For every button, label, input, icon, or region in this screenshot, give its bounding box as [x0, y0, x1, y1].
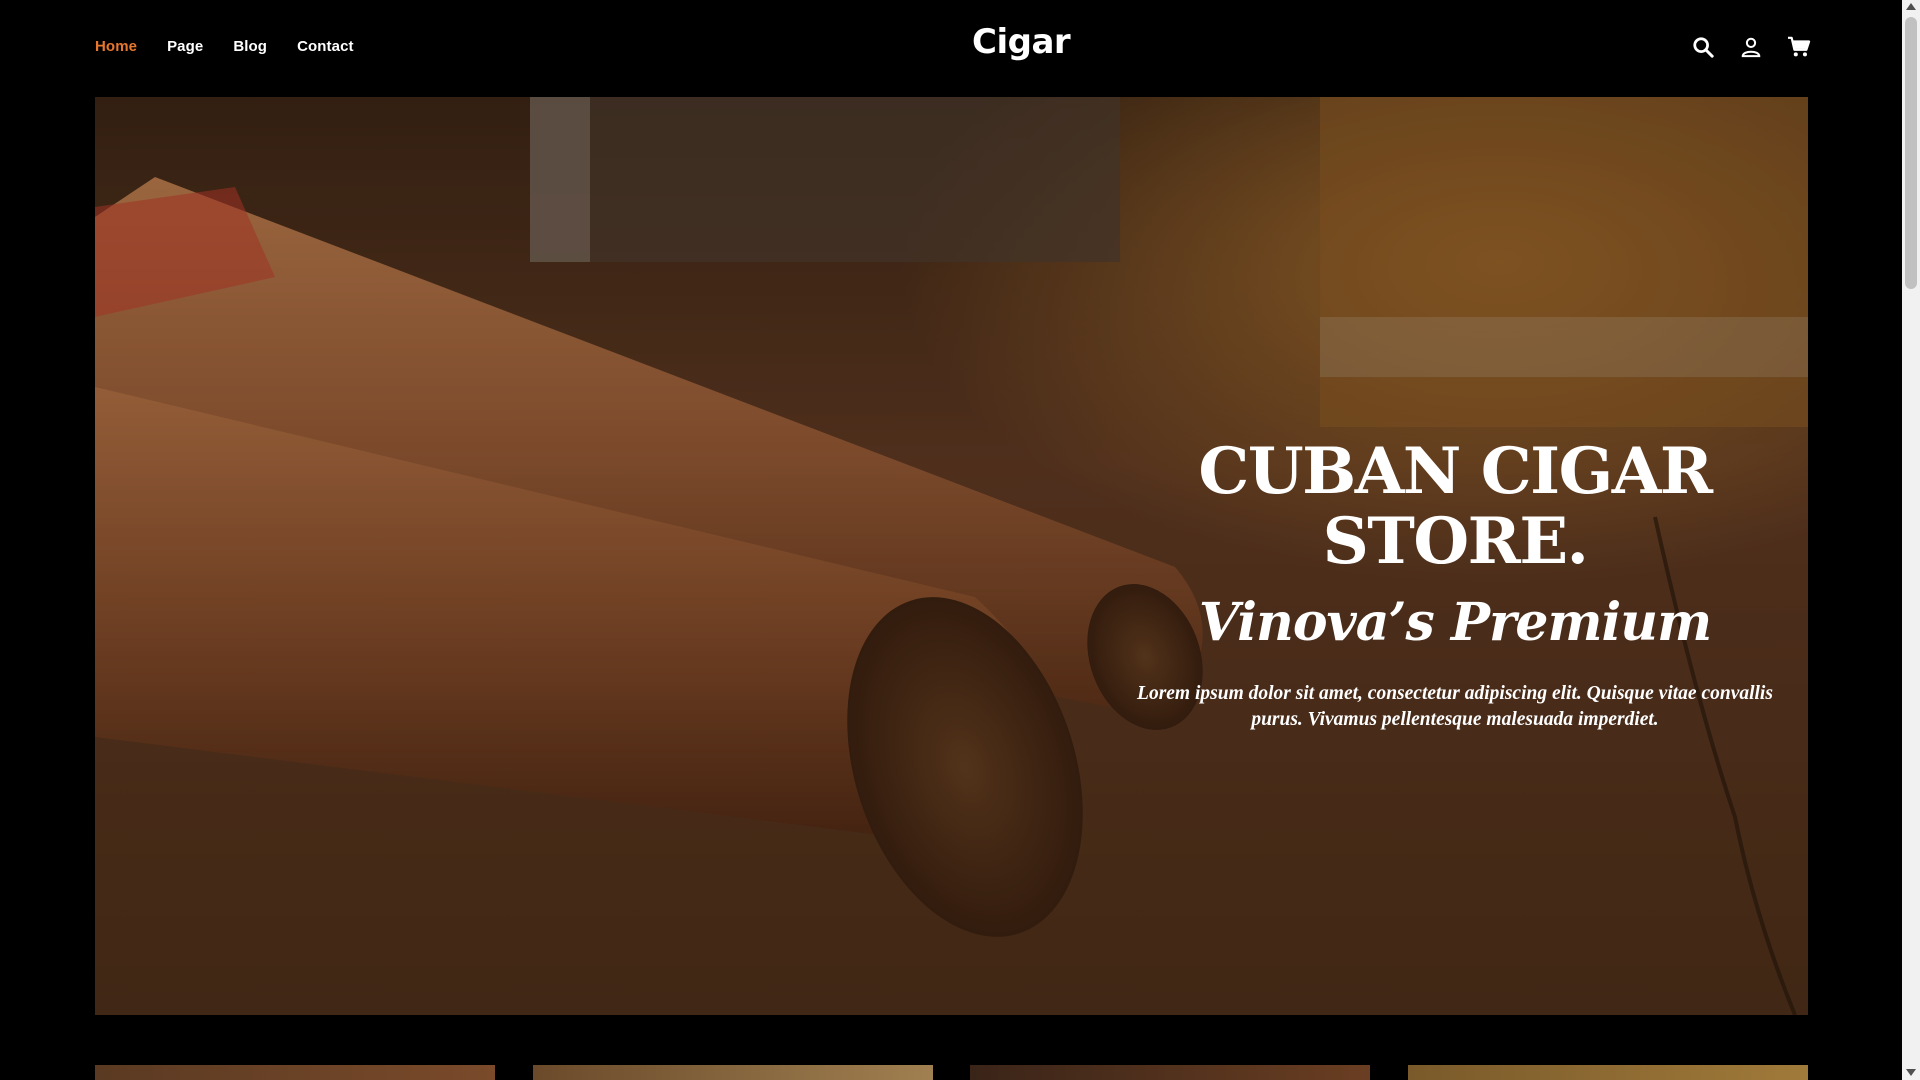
- header-actions: [1690, 34, 1812, 60]
- scroll-down-icon[interactable]: [1906, 1069, 1916, 1076]
- nav-blog-link[interactable]: Blog: [233, 38, 267, 55]
- nav-page-link[interactable]: Page: [167, 38, 203, 55]
- scroll-up-icon[interactable]: [1906, 3, 1916, 10]
- product-card-image[interactable]: [95, 1065, 495, 1080]
- page-scrollbar[interactable]: [1902, 0, 1920, 1080]
- cart-icon[interactable]: [1786, 34, 1812, 60]
- main-nav: Home Page Blog Contact: [95, 38, 354, 55]
- product-card-image[interactable]: [533, 1065, 933, 1080]
- site-header: Home Page Blog Contact Cigar: [0, 0, 1902, 96]
- hero-banner: CUBAN CIGAR STORE. Vinova’s Premium Lore…: [95, 97, 1808, 1015]
- hero-title: CUBAN CIGAR STORE.: [1198, 434, 1713, 580]
- user-icon[interactable]: [1738, 34, 1764, 60]
- product-cards-row: [95, 1065, 1808, 1080]
- hero-description: Lorem ipsum dolor sit amet, consectetur …: [1137, 682, 1773, 731]
- product-card-image[interactable]: [970, 1065, 1370, 1080]
- hero-text-block: CUBAN CIGAR STORE. Vinova’s Premium Lore…: [1100, 434, 1808, 734]
- hero-subtitle: Vinova’s Premium: [1198, 591, 1712, 653]
- scroll-thumb[interactable]: [1905, 17, 1917, 289]
- site-logo[interactable]: Cigar: [972, 22, 1071, 62]
- nav-contact-link[interactable]: Contact: [297, 38, 354, 55]
- product-card-image[interactable]: [1408, 1065, 1808, 1080]
- search-icon[interactable]: [1690, 34, 1716, 60]
- nav-home-link[interactable]: Home: [95, 38, 137, 55]
